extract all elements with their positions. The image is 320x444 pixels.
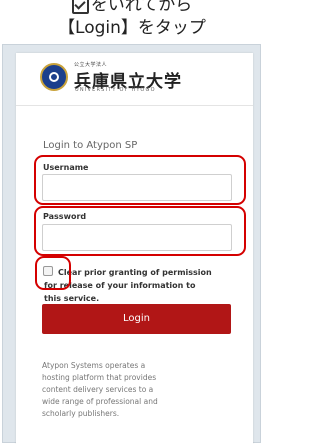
header-divider bbox=[16, 105, 253, 106]
caption-line2: 【Login】をタップ bbox=[58, 18, 206, 38]
username-highlight bbox=[34, 155, 246, 205]
login-button[interactable]: Login bbox=[42, 304, 231, 334]
about-text: Atypon Systems operates a hosting platfo… bbox=[42, 361, 158, 418]
checkbox-highlight bbox=[35, 256, 71, 290]
logo-english: UNIVERSITY OF HYOGO bbox=[75, 87, 156, 93]
caption-line1-text: をいれてから bbox=[90, 0, 193, 15]
university-seal-icon bbox=[40, 63, 68, 91]
password-highlight bbox=[34, 206, 246, 256]
university-logo: 公立大学法人 兵庫県立大学 UNIVERSITY OF HYOGO bbox=[40, 61, 230, 97]
page-title: Login to Atypon SP bbox=[43, 140, 138, 151]
checkmark-icon bbox=[71, 0, 89, 14]
